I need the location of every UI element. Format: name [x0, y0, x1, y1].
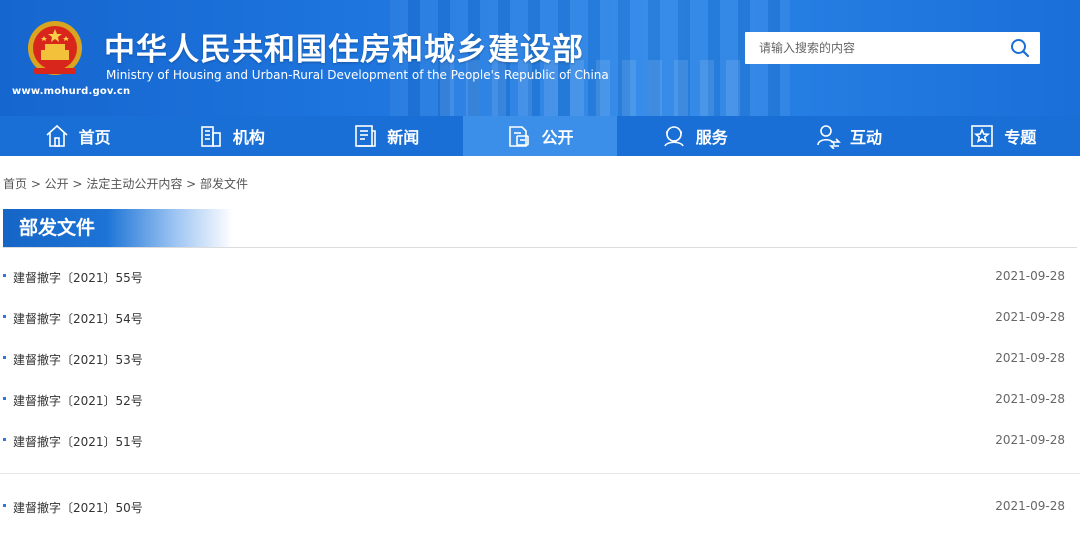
site-url[interactable]: www.mohurd.gov.cn: [12, 86, 130, 97]
bullet-icon: [3, 315, 6, 318]
nav-item-home[interactable]: 首页: [0, 116, 154, 156]
list-item-date: 2021-09-28: [995, 392, 1065, 406]
main-nav: 首页 机构 新闻 公开 服务 互动 专题: [0, 116, 1080, 156]
site-title[interactable]: 中华人民共和国住房和城乡建设部: [104, 24, 584, 69]
nav-item-label: 机构: [232, 128, 265, 147]
document-list: 建督撤字〔2021〕55号 2021-09-28 建督撤字〔2021〕54号 2…: [0, 256, 1080, 527]
nav-item-label: 服务: [695, 128, 728, 147]
star-icon: [971, 125, 994, 147]
list-item-date: 2021-09-28: [995, 310, 1065, 324]
list-item: 建督撤字〔2021〕54号 2021-09-28: [0, 297, 1080, 338]
bullet-icon: [3, 438, 6, 441]
bullet-icon: [3, 397, 6, 400]
site-header: www.mohurd.gov.cn 中华人民共和国住房和城乡建设部 Minist…: [0, 0, 1080, 116]
list-item-title[interactable]: 建督撤字〔2021〕55号: [13, 269, 143, 286]
search-box: [745, 32, 1040, 64]
section-title: 部发文件: [3, 209, 233, 247]
nav-item-public[interactable]: 公开: [462, 116, 618, 156]
list-item: 建督撤字〔2021〕53号 2021-09-28: [0, 338, 1080, 379]
nav-item-interaction[interactable]: 互动: [771, 116, 925, 156]
bullet-icon: [3, 274, 6, 277]
list-item-title[interactable]: 建督撤字〔2021〕51号: [13, 433, 143, 450]
nav-item-label: 首页: [78, 128, 111, 147]
nav-item-label: 专题: [1004, 128, 1037, 147]
nav-item-topics[interactable]: 专题: [926, 116, 1080, 156]
list-item-title[interactable]: 建督撤字〔2021〕50号: [13, 499, 143, 516]
breadcrumb[interactable]: 首页 > 公开 > 法定主动公开内容 > 部发文件: [3, 175, 248, 192]
section-header: 部发文件: [3, 208, 1077, 248]
nav-item-service[interactable]: 服务: [617, 116, 771, 156]
news-icon: [355, 125, 376, 147]
bullet-icon: [3, 504, 6, 507]
list-item: 建督撤字〔2021〕50号 2021-09-28: [0, 486, 1080, 527]
nav-item-label: 新闻: [387, 128, 420, 147]
list-item-title[interactable]: 建督撤字〔2021〕54号: [13, 310, 143, 327]
document-icon: [509, 126, 530, 147]
site-subtitle: Ministry of Housing and Urban-Rural Deve…: [106, 68, 609, 82]
list-item-title[interactable]: 建督撤字〔2021〕53号: [13, 351, 143, 368]
nav-item-organization[interactable]: 机构: [154, 116, 308, 156]
home-icon: [46, 124, 68, 147]
nav-item-news[interactable]: 新闻: [309, 116, 463, 156]
national-emblem-icon[interactable]: [24, 18, 86, 80]
list-item-date: 2021-09-28: [995, 351, 1065, 365]
service-icon: [664, 126, 684, 147]
list-item-date: 2021-09-28: [995, 433, 1065, 447]
search-icon[interactable]: [1009, 37, 1031, 59]
search-input[interactable]: [745, 32, 1005, 64]
list-item-title[interactable]: 建督撤字〔2021〕52号: [13, 392, 143, 409]
list-item-date: 2021-09-28: [995, 269, 1065, 283]
building-icon: [201, 126, 221, 147]
nav-item-label: 互动: [850, 128, 883, 147]
list-divider: [0, 473, 1080, 474]
list-item: 建督撤字〔2021〕52号 2021-09-28: [0, 379, 1080, 420]
list-item: 建督撤字〔2021〕55号 2021-09-28: [0, 256, 1080, 297]
bullet-icon: [3, 356, 6, 359]
list-item: 建督撤字〔2021〕51号 2021-09-28: [0, 420, 1080, 461]
list-item-date: 2021-09-28: [995, 499, 1065, 513]
interaction-icon: [817, 125, 841, 149]
nav-item-label: 公开: [541, 128, 574, 147]
